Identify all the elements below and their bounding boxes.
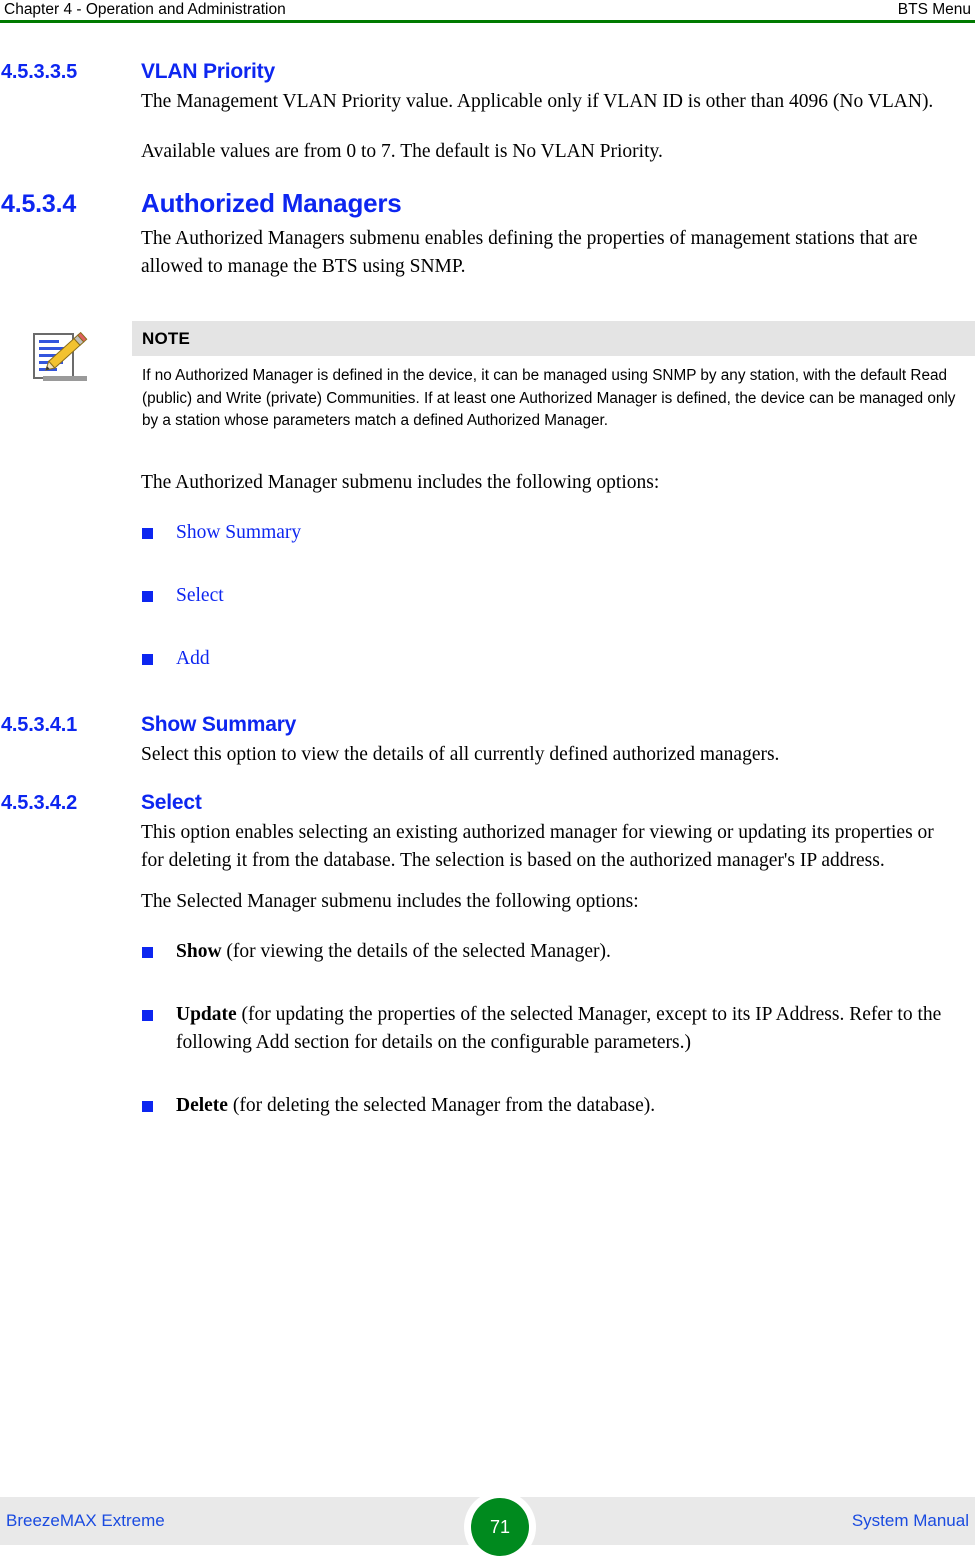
heading-number: 4.5.3.4.2: [1, 791, 78, 814]
header-section-title: BTS Menu: [897, 1, 971, 18]
authorized-managers-intro: The Authorized Managers submenu enables …: [141, 228, 918, 277]
option-link-select[interactable]: Select: [176, 585, 224, 606]
note-body: If no Authorized Manager is defined in t…: [132, 356, 975, 439]
list-item[interactable]: Show Summary: [0, 519, 975, 547]
heading-number: 4.5.3.3.5: [1, 61, 78, 83]
square-bullet-icon: [142, 653, 153, 665]
authorized-manager-options-list: Show Summary Select Add: [0, 519, 975, 673]
note-title: NOTE: [142, 328, 191, 348]
note-callout: NOTE If no Authorized Manager is defined…: [0, 321, 975, 439]
square-bullet-icon: [142, 590, 153, 602]
option-link-add[interactable]: Add: [176, 648, 210, 669]
option-desc-show: (for viewing the details of the selected…: [221, 940, 611, 962]
list-item: Update (for updating the properties of t…: [0, 1001, 975, 1057]
square-bullet-icon: [142, 527, 153, 539]
page-number: 71: [471, 1498, 529, 1556]
page-content: 4.5.3.3.5 VLAN Priority The Management V…: [0, 60, 975, 1120]
option-term-show: Show: [176, 940, 222, 962]
list-item[interactable]: Add: [0, 645, 975, 673]
header-chapter-title: Chapter 4 - Operation and Administration: [4, 1, 286, 18]
heading-title: Show Summary: [141, 712, 297, 736]
selected-manager-options-list: Show (for viewing the details of the sel…: [0, 938, 975, 1120]
option-term-delete: Delete: [176, 1094, 228, 1116]
square-bullet-icon: [142, 946, 153, 958]
notepad-pencil-icon: [31, 329, 89, 387]
option-desc-update: (for updating the properties of the sele…: [176, 1003, 942, 1053]
heading-vlan-priority: 4.5.3.3.5 VLAN Priority: [0, 60, 975, 84]
vlan-priority-paragraph-2: Available values are from 0 to 7. The de…: [141, 141, 663, 162]
option-term-update: Update: [176, 1003, 237, 1025]
heading-show-summary: 4.5.3.4.1 Show Summary: [0, 713, 975, 737]
option-link-show-summary[interactable]: Show Summary: [176, 522, 301, 543]
list-item: Show (for viewing the details of the sel…: [0, 938, 975, 966]
list-item[interactable]: Select: [0, 582, 975, 610]
note-header: NOTE: [132, 321, 975, 356]
select-paragraph-1: This option enables selecting an existin…: [141, 821, 934, 871]
authorized-manager-options-intro: The Authorized Manager submenu includes …: [141, 471, 660, 493]
heading-authorized-managers: 4.5.3.4 Authorized Managers: [0, 188, 975, 219]
square-bullet-icon: [142, 1100, 153, 1112]
heading-title: Authorized Managers: [141, 188, 402, 218]
heading-title: VLAN Priority: [141, 60, 275, 83]
page-number-badge: 71: [464, 1491, 536, 1563]
option-desc-delete: (for deleting the selected Manager from …: [227, 1094, 656, 1116]
heading-number: 4.5.3.4: [1, 190, 77, 218]
heading-select: 4.5.3.4.2 Select: [0, 791, 975, 815]
show-summary-paragraph: Select this option to view the details o…: [141, 743, 780, 765]
document-page: Chapter 4 - Operation and Administration…: [0, 0, 975, 1563]
list-item: Delete (for deleting the selected Manage…: [0, 1092, 975, 1120]
footer-manual-name: System Manual: [851, 1511, 969, 1530]
vlan-priority-paragraph-1: The Management VLAN Priority value. Appl…: [141, 91, 934, 112]
heading-title: Select: [141, 790, 202, 814]
square-bullet-icon: [142, 1009, 153, 1021]
heading-number: 4.5.3.4.1: [1, 713, 78, 736]
page-header: Chapter 4 - Operation and Administration…: [0, 0, 975, 22]
footer-product-name: BreezeMAX Extreme: [6, 1511, 165, 1530]
header-rule: [0, 20, 975, 23]
select-paragraph-2: The Selected Manager submenu includes th…: [141, 890, 639, 912]
